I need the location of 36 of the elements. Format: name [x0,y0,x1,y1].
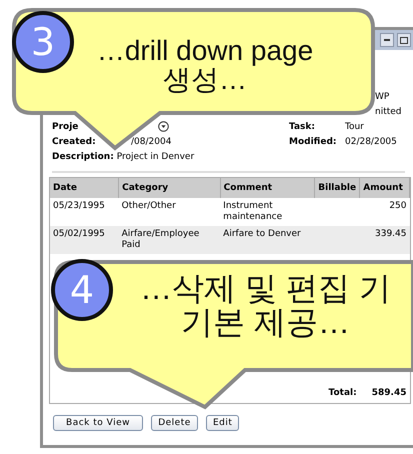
maximize-icon[interactable] [397,33,411,47]
callout-text: …drill down page [96,36,314,66]
field-label: Task: [289,121,315,134]
field-value: 02/28/2005 [345,136,397,149]
table-cell: 05/02/1995 [53,229,105,239]
edit-button[interactable]: Edit [206,415,240,431]
callout-text: 기본 제공… [181,306,351,340]
column-header[interactable]: Billable [314,178,360,198]
column-header[interactable]: Comment [220,178,315,198]
delete-button[interactable]: Delete [151,415,198,431]
dropdown-icon[interactable] [158,121,169,132]
total-label: Total: [328,388,357,398]
table-cell: Instrument maintenance [223,201,282,222]
callout-text: …삭제 및 편집 기 [139,272,392,306]
table-cell: 05/23/1995 [53,201,105,211]
table-cell: Airfare/Employee Paid [122,229,200,250]
back-button[interactable]: Back to View [53,415,143,431]
total-value: 589.45 [372,388,406,398]
field-label: Modified: [289,136,336,149]
table-cell: Other/Other [122,201,176,211]
field-value: Tour [345,121,364,134]
table-cell: Airfare to Denver [223,229,301,239]
field-value: Project in Denver [116,152,194,162]
field-value: WP [374,91,390,104]
minimize-icon[interactable] [380,33,394,47]
column-header[interactable]: Category [118,178,220,198]
table-cell: 339.45 [375,229,406,239]
table-cell: 250 [389,201,406,211]
field-value: /08/2004 [131,136,172,149]
field-label: Created: [52,136,96,149]
callout-text: 생성… [162,65,248,95]
field-label: Proje [52,121,78,134]
field-label: Description: [52,152,114,162]
column-header[interactable]: Amount [360,178,410,198]
field-value: nitted [374,106,402,119]
column-header[interactable]: Date [50,178,119,198]
